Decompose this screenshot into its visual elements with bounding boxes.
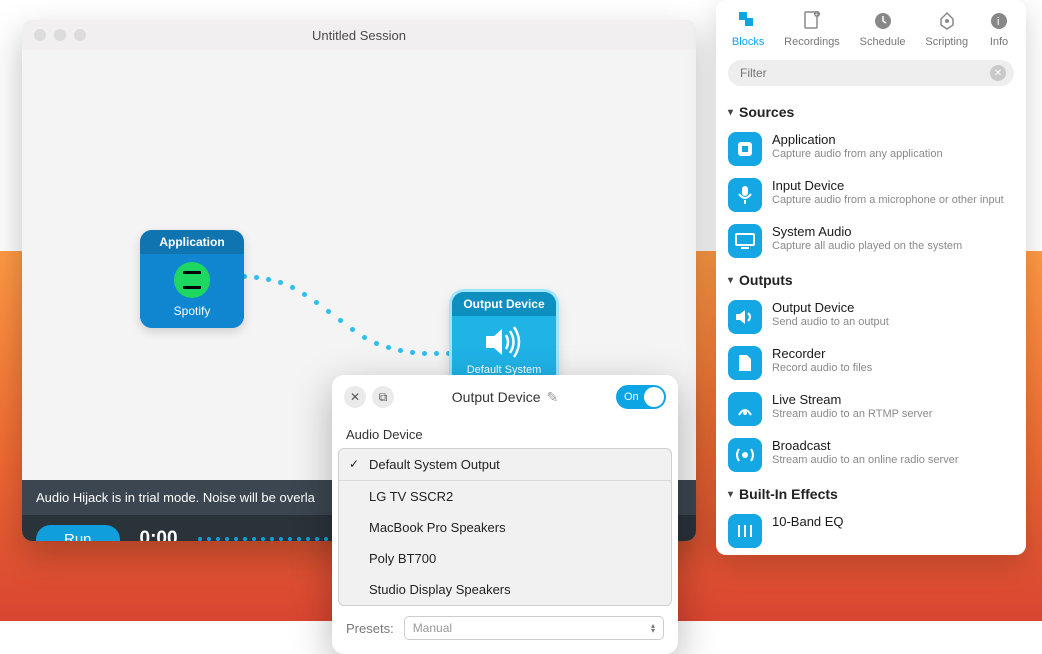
library-tabs: Blocks + Recordings Schedule Scripting i… [716,0,1026,54]
output-device-popover: ✕ ⧉ Output Device ✎ On Audio Device Defa… [332,375,678,654]
trial-banner-text: Audio Hijack is in trial mode. Noise wil… [36,490,315,505]
session-timer: 0:00 [140,528,178,541]
display-icon [728,224,762,258]
presets-select[interactable]: Manual ▴▾ [404,616,664,640]
lib-item-application[interactable]: ApplicationCapture audio from any applic… [728,126,1014,172]
svg-text:i: i [997,16,999,28]
titlebar: Untitled Session [22,20,696,50]
info-icon: i [988,10,1010,32]
lib-item-broadcast[interactable]: BroadcastStream audio to an online radio… [728,432,1014,478]
device-option-mbp[interactable]: MacBook Pro Speakers [339,512,671,543]
group-effects[interactable]: ▾ Built-In Effects [728,486,1014,502]
lib-item-recorder[interactable]: RecorderRecord audio to files [728,340,1014,386]
library-scroll[interactable]: ▾ Sources ApplicationCapture audio from … [716,92,1026,555]
speaker-icon [482,324,526,360]
eq-icon [728,514,762,548]
device-option-lg[interactable]: LG TV SSCR2 [339,481,671,512]
satellite-icon [728,392,762,426]
block-application-label: Application [140,230,244,254]
close-popover-button[interactable]: ✕ [344,386,366,408]
run-button[interactable]: Run [36,525,120,542]
lib-item-eq[interactable]: 10-Band EQ [728,508,1014,554]
library-panel: Blocks + Recordings Schedule Scripting i… [716,0,1026,555]
tab-blocks[interactable]: Blocks [732,10,764,48]
blocks-icon [737,10,759,32]
audio-device-dropdown[interactable]: Default System Output LG TV SSCR2 MacBoo… [338,448,672,606]
audio-device-label: Audio Device [332,419,678,448]
clear-filter-button[interactable]: ✕ [990,65,1006,81]
block-application-name: Spotify [174,304,211,318]
popover-title: Output Device ✎ [400,389,610,406]
microphone-icon [728,178,762,212]
chevrons-icon: ▴▾ [651,623,655,633]
tab-info[interactable]: i Info [988,10,1010,48]
recordings-icon: + [801,10,823,32]
file-icon [728,346,762,380]
edit-icon[interactable]: ✎ [546,389,558,406]
chevron-down-icon: ▾ [728,275,733,286]
svg-text:+: + [815,12,818,18]
device-option-poly[interactable]: Poly BT700 [339,543,671,574]
app-icon [728,132,762,166]
connection-path [242,274,462,354]
group-sources[interactable]: ▾ Sources [728,104,1014,120]
group-outputs[interactable]: ▾ Outputs [728,272,1014,288]
clock-icon [872,10,894,32]
chevron-down-icon: ▾ [728,107,733,118]
scripting-icon [936,10,958,32]
popout-button[interactable]: ⧉ [372,386,394,408]
tab-recordings[interactable]: + Recordings [784,10,840,48]
block-application[interactable]: Application Spotify [140,230,244,328]
presets-label: Presets: [346,621,394,636]
presets-value: Manual [413,621,452,635]
speaker-icon [728,300,762,334]
broadcast-icon [728,438,762,472]
filter-input[interactable] [728,60,1014,86]
window-title: Untitled Session [22,28,696,43]
lib-item-system-audio[interactable]: System AudioCapture all audio played on … [728,218,1014,264]
spotify-icon [174,262,210,298]
power-toggle[interactable]: On [616,385,666,409]
block-output-label: Output Device [452,292,556,316]
tab-scripting[interactable]: Scripting [925,10,968,48]
power-toggle-label: On [624,391,639,403]
device-option-studio[interactable]: Studio Display Speakers [339,574,671,605]
tab-schedule[interactable]: Schedule [860,10,906,48]
lib-item-input-device[interactable]: Input DeviceCapture audio from a microph… [728,172,1014,218]
lib-item-output-device[interactable]: Output DeviceSend audio to an output [728,294,1014,340]
chevron-down-icon: ▾ [728,489,733,500]
lib-item-live-stream[interactable]: Live StreamStream audio to an RTMP serve… [728,386,1014,432]
device-option-default[interactable]: Default System Output [339,449,671,481]
